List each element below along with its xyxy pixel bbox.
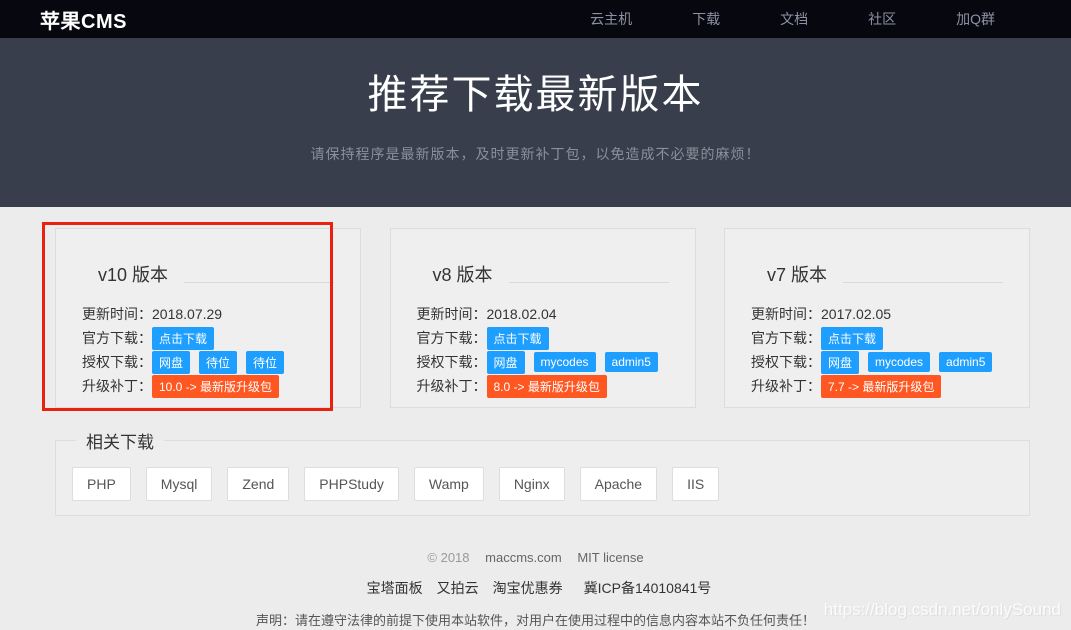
cards-row: v10 版本更新时间：2018.07.29官方下载：点击下载授权下载：网盘待位待… <box>55 228 1030 408</box>
download-button[interactable]: 点击下载 <box>487 327 549 350</box>
download-button[interactable]: admin5 <box>939 352 992 372</box>
row-label: 授权下载： <box>417 352 487 372</box>
page: 苹果CMS 云主机 下载 文档 社区 加Q群 推荐下载最新版本 请保持程序是最新版本，及… <box>0 0 1071 630</box>
update-date: 2018.02.04 <box>487 306 557 322</box>
update-date: 2017.02.05 <box>821 306 891 322</box>
card-title-row: v8 版本 <box>417 261 669 287</box>
row-label: 更新时间： <box>82 304 152 324</box>
card-title-divider <box>843 282 1003 283</box>
nav-item-下载[interactable]: 下载 <box>692 9 720 29</box>
download-button[interactable]: 点击下载 <box>152 327 214 350</box>
card-row: 更新时间：2018.07.29 <box>82 302 334 326</box>
card-rows: 更新时间：2017.02.05官方下载：点击下载授权下载：网盘mycodesad… <box>751 302 1003 398</box>
card-row: 更新时间：2018.02.04 <box>417 302 669 326</box>
download-button[interactable]: 待位 <box>199 351 237 374</box>
download-button[interactable]: admin5 <box>605 352 658 372</box>
footer-copyright-line: © 2018 maccms.com MIT license <box>0 550 1071 565</box>
download-button[interactable]: 点击下载 <box>821 327 883 350</box>
card-row: 官方下载：点击下载 <box>417 326 669 350</box>
related-btn-mysql[interactable]: Mysql <box>146 467 213 501</box>
card-title-divider <box>184 282 334 283</box>
download-button[interactable]: 10.0 -> 最新版升级包 <box>152 375 279 398</box>
nav-item-加Q群[interactable]: 加Q群 <box>956 9 995 29</box>
related-btn-iis[interactable]: IIS <box>672 467 719 501</box>
card-row: 升级补丁：7.7 -> 最新版升级包 <box>751 374 1003 398</box>
version-card: v10 版本更新时间：2018.07.29官方下载：点击下载授权下载：网盘待位待… <box>55 228 361 408</box>
related-btn-zend[interactable]: Zend <box>227 467 289 501</box>
row-label: 升级补丁： <box>751 376 821 396</box>
row-label: 官方下载： <box>417 328 487 348</box>
row-label: 更新时间： <box>417 304 487 324</box>
update-date: 2018.07.29 <box>152 306 222 322</box>
related-btn-apache[interactable]: Apache <box>580 467 657 501</box>
row-label: 升级补丁： <box>82 376 152 396</box>
nav-item-文档[interactable]: 文档 <box>780 9 808 29</box>
nav-menu: 云主机 下载 文档 社区 加Q群 <box>590 9 995 29</box>
related-btn-nginx[interactable]: Nginx <box>499 467 565 501</box>
version-card: v7 版本更新时间：2017.02.05官方下载：点击下载授权下载：网盘myco… <box>724 228 1030 408</box>
card-title-row: v10 版本 <box>82 261 334 287</box>
related-downloads-title: 相关下载 <box>76 428 164 453</box>
card-title: v7 版本 <box>767 261 827 287</box>
card-row: 升级补丁：8.0 -> 最新版升级包 <box>417 374 669 398</box>
card-row: 授权下载：网盘待位待位 <box>82 350 334 374</box>
hero-banner: 推荐下载最新版本 请保持程序是最新版本，及时更新补丁包，以免造成不必要的麻烦！ <box>0 38 1071 207</box>
download-button[interactable]: mycodes <box>868 352 930 372</box>
card-row: 更新时间：2017.02.05 <box>751 302 1003 326</box>
nav-item-社区[interactable]: 社区 <box>868 9 896 29</box>
card-title: v8 版本 <box>433 261 493 287</box>
footer-link[interactable]: 又拍云 <box>437 580 479 596</box>
card-row: 升级补丁：10.0 -> 最新版升级包 <box>82 374 334 398</box>
site-link[interactable]: maccms.com <box>485 550 562 565</box>
download-button[interactable]: 网盘 <box>821 351 859 374</box>
row-label: 官方下载： <box>751 328 821 348</box>
row-label: 授权下载： <box>82 352 152 372</box>
row-label: 升级补丁： <box>417 376 487 396</box>
version-card: v8 版本更新时间：2018.02.04官方下载：点击下载授权下载：网盘myco… <box>390 228 696 408</box>
card-title-divider <box>509 282 669 283</box>
download-button[interactable]: mycodes <box>534 352 596 372</box>
row-label: 授权下载： <box>751 352 821 372</box>
card-rows: 更新时间：2018.02.04官方下载：点击下载授权下载：网盘mycodesad… <box>417 302 669 398</box>
row-label: 官方下载： <box>82 328 152 348</box>
footer-links-line: 宝塔面板又拍云淘宝优惠券冀ICP备14010841号 <box>0 578 1071 598</box>
license-link[interactable]: MIT license <box>577 550 643 565</box>
footer-link[interactable]: 宝塔面板 <box>367 580 423 596</box>
hero-title: 推荐下载最新版本 <box>0 38 1071 120</box>
download-button[interactable]: 网盘 <box>152 351 190 374</box>
top-navbar: 苹果CMS 云主机 下载 文档 社区 加Q群 <box>0 0 1071 38</box>
related-buttons-row: PHP Mysql Zend PHPStudy Wamp Nginx Apache IIS <box>70 463 1015 501</box>
row-label: 更新时间： <box>751 304 821 324</box>
card-title: v10 版本 <box>98 261 168 287</box>
csdn-watermark: https://blog.csdn.net/onlySound <box>824 600 1061 620</box>
footer-links: 宝塔面板又拍云淘宝优惠券 <box>360 580 570 596</box>
card-row: 授权下载：网盘 mycodes admin5 <box>417 350 669 374</box>
card-title-row: v7 版本 <box>751 261 1003 287</box>
card-rows: 更新时间：2018.07.29官方下载：点击下载授权下载：网盘待位待位升级补丁：… <box>82 302 334 398</box>
related-btn-php[interactable]: PHP <box>72 467 131 501</box>
download-button[interactable]: 网盘 <box>487 351 525 374</box>
download-button[interactable]: 待位 <box>246 351 284 374</box>
card-row: 授权下载：网盘 mycodes admin5 <box>751 350 1003 374</box>
nav-item-云主机[interactable]: 云主机 <box>590 9 632 29</box>
copyright-text: © 2018 <box>427 550 469 565</box>
related-btn-phpstudy[interactable]: PHPStudy <box>304 467 399 501</box>
footer-link[interactable]: 淘宝优惠券 <box>493 580 563 596</box>
download-button[interactable]: 8.0 -> 最新版升级包 <box>487 375 607 398</box>
hero-subtitle: 请保持程序是最新版本，及时更新补丁包，以免造成不必要的麻烦！ <box>0 144 1071 164</box>
card-row: 官方下载：点击下载 <box>82 326 334 350</box>
download-button[interactable]: 7.7 -> 最新版升级包 <box>821 375 941 398</box>
related-downloads-section: 相关下载 PHP Mysql Zend PHPStudy Wamp Nginx Apache… <box>55 428 1030 516</box>
site-logo[interactable]: 苹果CMS <box>40 5 127 34</box>
icp-link[interactable]: 冀ICP备14010841号 <box>584 580 712 596</box>
related-btn-wamp[interactable]: Wamp <box>414 467 484 501</box>
main-content: v10 版本更新时间：2018.07.29官方下载：点击下载授权下载：网盘待位待… <box>0 207 1071 629</box>
card-row: 官方下载：点击下载 <box>751 326 1003 350</box>
